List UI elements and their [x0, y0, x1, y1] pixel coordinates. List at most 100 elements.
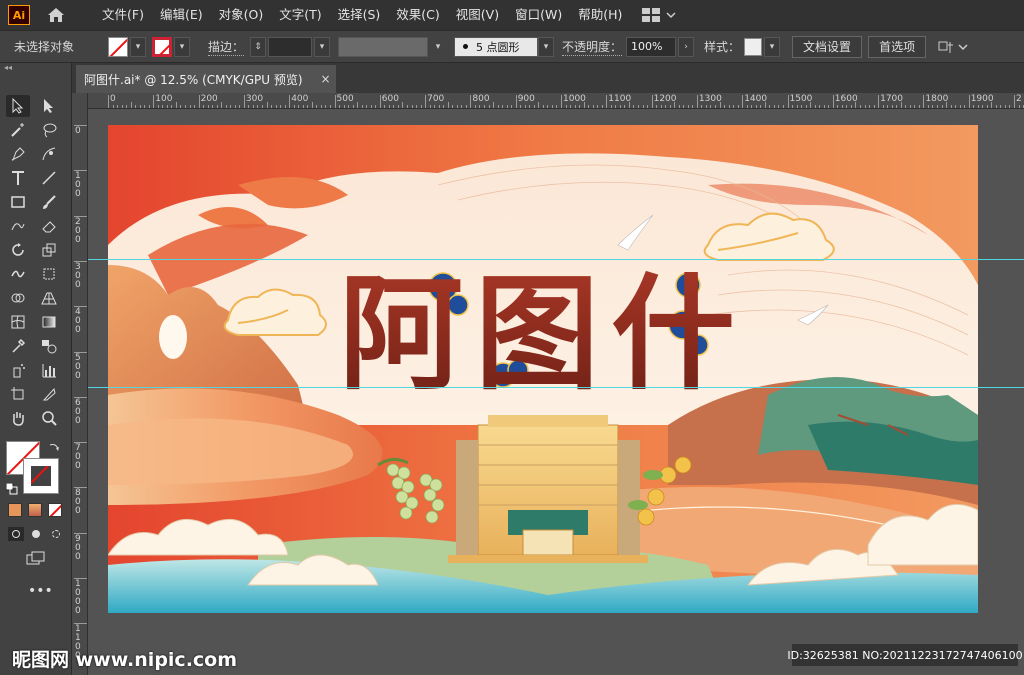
style-swatch[interactable] [744, 37, 763, 56]
screen-mode-icon[interactable] [26, 551, 46, 570]
home-icon[interactable] [46, 6, 66, 24]
menu-select[interactable]: 选择(S) [330, 0, 389, 30]
profile-dropdown[interactable]: ▾ [430, 36, 447, 57]
default-colors-icon[interactable] [6, 483, 18, 495]
document-tab[interactable]: 阿图什.ai* @ 12.5% (CMYK/GPU 预览) × [76, 65, 336, 93]
fill-dropdown[interactable]: ▾ [130, 36, 146, 57]
warp-tool-icon[interactable] [6, 263, 30, 285]
preferences-button[interactable]: 首选项 [868, 35, 927, 58]
curvature-tool-icon[interactable] [37, 143, 61, 165]
menu-help[interactable]: 帮助(H) [570, 0, 630, 30]
stroke-swatch[interactable] [152, 36, 172, 57]
ruler-label: 2 [1016, 94, 1022, 104]
brush-control[interactable]: 5 点圆形 ▾ [454, 36, 555, 57]
fill-swatch[interactable] [108, 36, 128, 57]
direct-selection-tool-icon[interactable] [37, 95, 61, 117]
mesh-tool-icon[interactable] [6, 311, 30, 333]
scale-tool-icon[interactable] [37, 239, 61, 261]
shape-builder-tool-icon[interactable] [6, 287, 30, 309]
menu-view[interactable]: 视图(V) [448, 0, 507, 30]
ruler-label: 0 [75, 126, 81, 136]
ruler-minor-tick [357, 102, 359, 108]
workspace-switcher[interactable] [642, 8, 676, 22]
rectangle-tool-icon[interactable] [6, 191, 30, 213]
menu-list: 文件(F) 编辑(E) 对象(O) 文字(T) 选择(S) 效果(C) 视图(V… [94, 0, 630, 30]
perspective-grid-tool-icon[interactable] [37, 287, 61, 309]
ruler-label: 1200 [653, 94, 677, 104]
vertical-ruler[interactable]: 0 1 0 0 2 0 0 3 0 0 4 0 0 5 0 0 6 0 0 7 0 0 8 0 … [72, 93, 88, 675]
artboard-tool-icon[interactable] [6, 383, 30, 405]
style-control[interactable]: ▾ [744, 36, 781, 57]
shaper-tool-icon[interactable] [6, 215, 30, 237]
draw-normal-icon[interactable] [8, 527, 24, 541]
blend-tool-icon[interactable] [37, 335, 61, 357]
brush-definition[interactable]: 5 点圆形 [454, 36, 539, 57]
opacity-arrow[interactable]: › [678, 36, 695, 57]
canvas-area[interactable]: 阿图什 [88, 109, 1024, 675]
app-logo[interactable]: Ai [8, 5, 30, 25]
ruler-label: 1600 [834, 94, 858, 104]
variable-width-profile[interactable] [338, 36, 429, 57]
column-graph-tool-icon[interactable] [37, 359, 61, 381]
color-mode-button[interactable] [8, 503, 22, 517]
eraser-tool-icon[interactable] [37, 215, 61, 237]
stroke-none-swatch[interactable] [23, 458, 59, 494]
stroke-weight-input[interactable] [268, 36, 313, 57]
stroke-color-control[interactable]: ▾ [152, 36, 190, 57]
zoom-tool-icon[interactable] [37, 407, 61, 429]
artwork-title: 阿图什 [339, 263, 747, 407]
free-transform-tool-icon[interactable] [37, 263, 61, 285]
brush-dropdown[interactable]: ▾ [538, 36, 555, 57]
swap-colors-icon[interactable] [48, 441, 60, 453]
menu-type[interactable]: 文字(T) [271, 0, 329, 30]
ruler-tick [198, 95, 200, 108]
pen-tool-icon[interactable] [6, 143, 30, 165]
lasso-tool-icon[interactable] [37, 119, 61, 141]
slice-tool-icon[interactable] [37, 383, 61, 405]
ruler-tick [878, 95, 880, 108]
ruler-minor-tick [266, 102, 268, 108]
stroke-weight-dropdown[interactable]: ▾ [314, 36, 331, 57]
menu-effect[interactable]: 效果(C) [388, 0, 447, 30]
style-dropdown[interactable]: ▾ [764, 36, 781, 57]
rotate-tool-icon[interactable] [6, 239, 30, 261]
none-mode-button[interactable] [48, 503, 62, 517]
opacity-control[interactable]: 100% › [626, 36, 695, 57]
document-setup-button[interactable]: 文档设置 [792, 35, 863, 58]
close-icon[interactable]: × [321, 72, 331, 86]
menu-file[interactable]: 文件(F) [94, 0, 152, 30]
gradient-mode-button[interactable] [28, 503, 42, 517]
stroke-stepper[interactable]: ⇕ [250, 36, 267, 57]
ruler-tick [561, 95, 562, 108]
horizontal-guide-bottom[interactable] [88, 387, 1024, 388]
ruler-tick [832, 95, 834, 108]
tool-grid [0, 95, 71, 429]
gradient-tool-icon[interactable] [37, 311, 61, 333]
paintbrush-tool-icon[interactable] [37, 191, 61, 213]
ruler-minor-tick [130, 102, 132, 108]
menu-window[interactable]: 窗口(W) [507, 0, 570, 30]
panel-collapse-icon[interactable]: ◂◂ [0, 63, 71, 77]
horizontal-guide-top[interactable] [88, 259, 1024, 260]
menu-object[interactable]: 对象(O) [211, 0, 272, 30]
draw-inside-icon[interactable] [48, 527, 64, 541]
symbol-sprayer-tool-icon[interactable] [6, 359, 30, 381]
hand-tool-icon[interactable] [6, 407, 30, 429]
artboard[interactable]: 阿图什 [108, 125, 978, 613]
stroke-color-dropdown[interactable]: ▾ [174, 36, 190, 57]
fill-stroke-widget[interactable] [6, 441, 62, 497]
ruler-tick [515, 95, 517, 108]
selection-tool-icon[interactable] [6, 95, 30, 117]
eyedropper-tool-icon[interactable] [6, 335, 30, 357]
horizontal-ruler[interactable]: 0 100 200 300 400 500 600 700 800 900 1000 1100 1200… [88, 93, 1024, 109]
arrange-control[interactable] [938, 39, 968, 55]
opacity-input[interactable]: 100% [626, 36, 677, 57]
magic-wand-tool-icon[interactable] [6, 119, 30, 141]
more-tools-icon[interactable]: ••• [28, 583, 53, 599]
draw-behind-icon[interactable] [28, 527, 44, 541]
stroke-weight-control[interactable]: ⇕ ▾ [250, 36, 331, 57]
fill-control[interactable]: ▾ [108, 36, 146, 57]
type-tool-icon[interactable] [6, 167, 30, 189]
menu-edit[interactable]: 编辑(E) [152, 0, 211, 30]
line-segment-tool-icon[interactable] [37, 167, 61, 189]
